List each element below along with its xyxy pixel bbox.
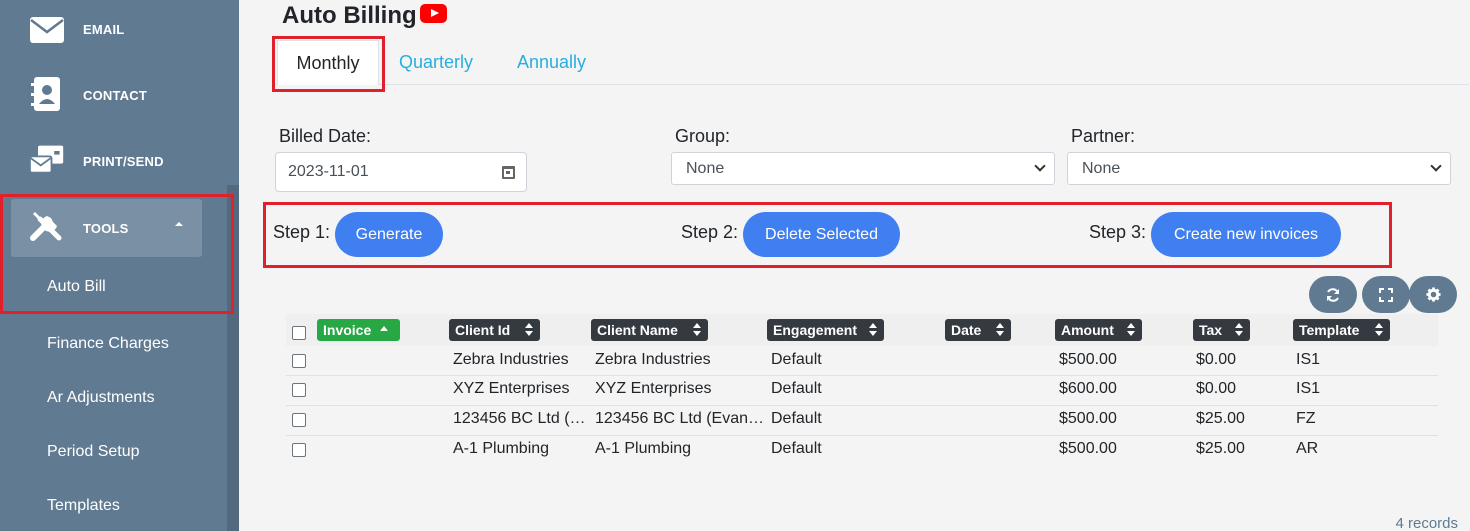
cell-tax: $25.00 (1196, 410, 1245, 427)
highlight-steps (263, 202, 1392, 268)
refresh-icon (1327, 287, 1339, 302)
cell-engagement: Default (771, 380, 822, 397)
page-title: Auto Billing (282, 2, 417, 29)
cell-template: IS1 (1296, 351, 1321, 368)
cell-amount: $500.00 (1059, 351, 1117, 368)
sidebar-subitem-finance-charges[interactable]: Finance Charges (47, 335, 169, 353)
cell-template: IS1 (1296, 380, 1321, 397)
cell-client-name: A-1 Plumbing (595, 440, 692, 457)
cell-tax: $0.00 (1196, 380, 1237, 397)
group-select-value: None (686, 159, 725, 177)
sort-icon (1127, 323, 1135, 337)
settings-icon (1425, 287, 1441, 302)
sort-icon (1375, 323, 1383, 337)
billed-date-value: 2023-11-01 (288, 163, 369, 180)
column-header-invoice[interactable]: Invoice (317, 319, 400, 341)
sort-icon (996, 323, 1004, 337)
partner-select-value: None (1082, 159, 1121, 177)
row-divider (286, 375, 1438, 376)
cell-engagement: Default (771, 410, 822, 427)
sidebar-subitem-ar-adjustments[interactable]: Ar Adjustments (47, 389, 155, 407)
cell-client-id: 123456 BC Ltd (… (453, 410, 586, 427)
cell-client-id: A-1 Plumbing (453, 440, 550, 457)
tab-quarterly[interactable]: Quarterly (399, 40, 473, 85)
tab-annually[interactable]: Annually (517, 40, 586, 85)
sidebar-item-label: PRINT/SEND (83, 154, 164, 169)
cell-engagement: Default (771, 351, 822, 368)
record-count: 4 records (1395, 515, 1458, 531)
partner-select[interactable]: None (1067, 152, 1451, 185)
settings-button[interactable] (1409, 276, 1457, 313)
cell-template: AR (1296, 440, 1319, 457)
select-all-checkbox[interactable] (292, 326, 306, 340)
group-label: Group: (675, 126, 731, 146)
fullscreen-button[interactable] (1362, 276, 1410, 313)
column-header-date[interactable]: Date (945, 319, 1011, 341)
cell-client-id: Zebra Industries (453, 351, 569, 368)
cell-client-name: Zebra Industries (595, 351, 711, 368)
sort-icon (1235, 323, 1243, 337)
cell-client-name: 123456 BC Ltd (Evan… (595, 410, 763, 427)
group-select[interactable]: None (671, 152, 1055, 185)
cell-tax: $0.00 (1196, 351, 1237, 368)
sort-icon (693, 323, 701, 337)
highlight-monthly-tab (272, 36, 385, 92)
partner-label: Partner: (1071, 126, 1136, 146)
column-header-client-name[interactable]: Client Name (591, 319, 708, 341)
row-checkbox[interactable] (292, 383, 306, 397)
cell-client-id: XYZ Enterprises (453, 380, 570, 397)
sort-icon (869, 323, 877, 337)
row-checkbox[interactable] (292, 354, 306, 368)
cell-engagement: Default (771, 440, 822, 457)
row-divider (286, 435, 1438, 436)
chevron-down-icon (1430, 160, 1442, 172)
row-checkbox[interactable] (292, 413, 306, 427)
column-header-template[interactable]: Template (1293, 319, 1390, 341)
youtube-icon[interactable] (420, 4, 447, 23)
row-checkbox[interactable] (292, 443, 306, 457)
fullscreen-icon (1379, 287, 1393, 302)
column-header-client-id[interactable]: Client Id (449, 319, 540, 341)
refresh-button[interactable] (1309, 276, 1357, 313)
column-header-tax[interactable]: Tax (1193, 319, 1250, 341)
billed-date-label: Billed Date: (279, 126, 372, 146)
envelope-icon (29, 12, 65, 48)
sort-asc-icon (380, 326, 388, 331)
chevron-down-icon (1034, 160, 1046, 172)
column-header-amount[interactable]: Amount (1055, 319, 1142, 341)
cell-amount: $500.00 (1059, 440, 1117, 457)
cell-amount: $600.00 (1059, 380, 1117, 397)
cell-client-name: XYZ Enterprises (595, 380, 712, 397)
sidebar-item-contact[interactable]: CONTACT (0, 65, 227, 125)
billed-date-input[interactable]: 2023-11-01 (275, 152, 527, 192)
sidebar-subitem-templates[interactable]: Templates (47, 497, 120, 515)
sidebar-item-label: EMAIL (83, 22, 125, 37)
print-send-icon (29, 142, 65, 178)
calendar-icon[interactable] (502, 166, 515, 179)
contact-book-icon (29, 76, 65, 112)
cell-template: FZ (1296, 410, 1316, 427)
cell-amount: $500.00 (1059, 410, 1117, 427)
cell-tax: $25.00 (1196, 440, 1245, 457)
highlight-tools-autobill (0, 194, 234, 314)
column-header-engagement[interactable]: Engagement (767, 319, 884, 341)
sidebar-item-label: CONTACT (83, 88, 147, 103)
sort-icon (525, 323, 533, 337)
sidebar-item-email[interactable]: EMAIL (0, 0, 227, 60)
row-divider (286, 405, 1438, 406)
sidebar-item-print-send[interactable]: PRINT/SEND (0, 130, 227, 190)
sidebar-subitem-period-setup[interactable]: Period Setup (47, 443, 140, 461)
